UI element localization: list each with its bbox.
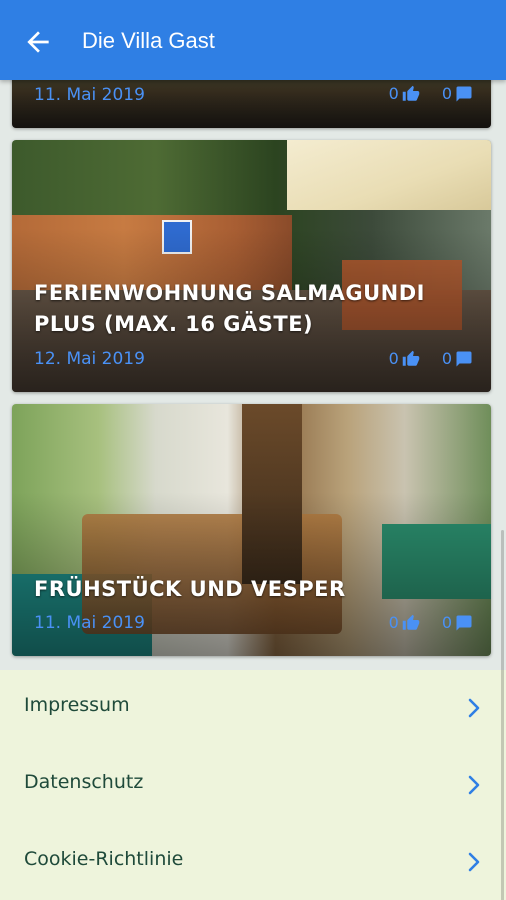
post-title: Ferienwohnung Salmagundi Plus (max. 16 G… [34,281,425,336]
footer-menu: Impressum Datenschutz Cookie-Richtlinie [0,670,506,900]
post-date: 11. Mai 2019 [34,613,145,633]
post-card[interactable]: Ferienwohnung Salmagundi Plus (max. 16 G… [12,140,491,392]
comments-count[interactable]: 0 [442,613,473,632]
post-card[interactable]: 11. Mai 2019 0 0 [12,80,491,128]
thumbs-up-icon [402,85,420,101]
menu-item-label: Datenschutz [24,771,144,793]
likes-count[interactable]: 0 [389,84,420,103]
comment-icon [456,351,472,366]
menu-item-impressum[interactable]: Impressum [0,670,506,747]
page-title: Die Villa Gast [82,28,215,53]
chevron-right-icon [468,775,480,795]
post-card[interactable]: Frühstück und Vesper 11. Mai 2019 0 0 [12,404,491,656]
comments-count[interactable]: 0 [442,84,473,103]
post-stats: 0 0 [367,349,473,368]
scrollbar[interactable] [501,530,504,900]
likes-count[interactable]: 0 [389,613,420,632]
menu-item-label: Cookie-Richtlinie [24,848,184,870]
post-date: 11. Mai 2019 [34,85,145,105]
comment-icon [456,86,472,101]
comment-icon [456,615,472,630]
thumbs-up-icon [402,350,420,366]
post-date: 12. Mai 2019 [34,349,145,369]
chevron-right-icon [468,698,480,718]
thumbs-up-icon [402,614,420,630]
comments-count[interactable]: 0 [442,349,473,368]
chevron-right-icon [468,852,480,872]
post-list[interactable]: 11. Mai 2019 0 0 Ferienwohnung Salmagund… [0,80,506,900]
app-bar: Die Villa Gast [0,0,506,80]
post-stats: 0 0 [367,84,473,103]
menu-item-label: Impressum [24,694,130,716]
likes-count[interactable]: 0 [389,349,420,368]
post-stats: 0 0 [367,613,473,632]
menu-item-datenschutz[interactable]: Datenschutz [0,747,506,824]
menu-item-cookie-richtlinie[interactable]: Cookie-Richtlinie [0,824,506,900]
post-title: Frühstück und Vesper [34,577,346,601]
arrow-back-icon[interactable] [22,26,54,58]
